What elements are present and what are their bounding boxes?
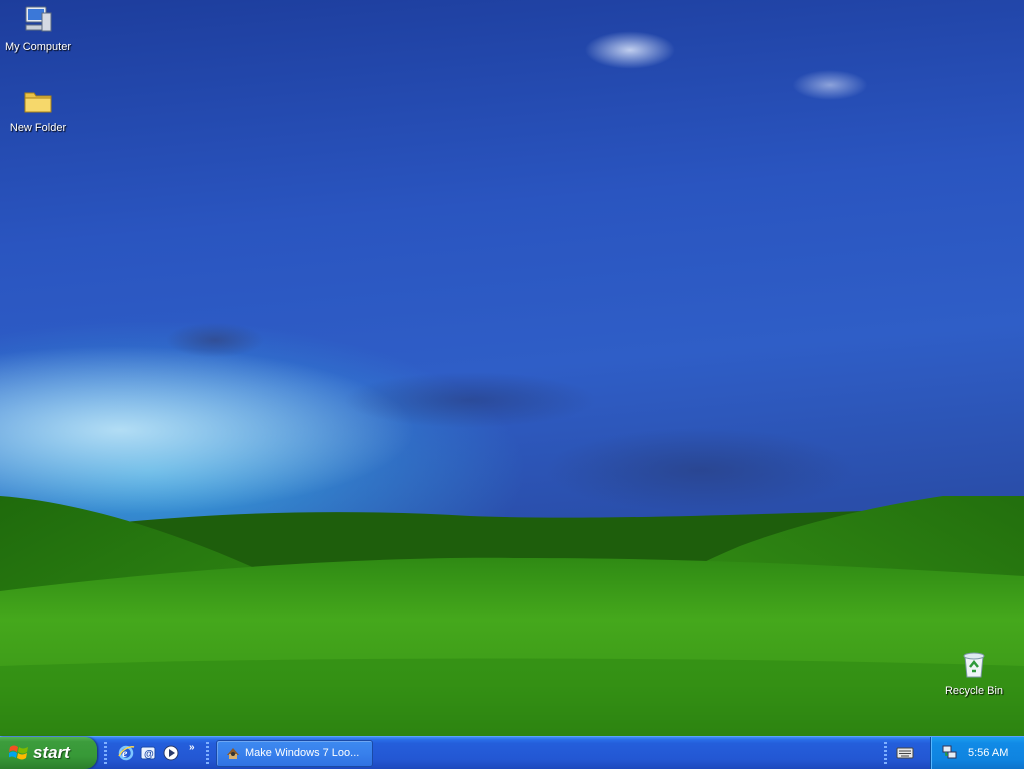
task-area-grip[interactable] xyxy=(206,742,209,764)
desktop-icon-recycle-bin[interactable]: Recycle Bin xyxy=(936,648,1012,697)
media-player-icon[interactable] xyxy=(162,744,180,762)
task-button-label: Make Windows 7 Loo... xyxy=(245,747,360,759)
desktop-icon-new-folder[interactable]: New Folder xyxy=(0,85,76,134)
computer-icon xyxy=(25,6,52,32)
desktop-icon-my-computer[interactable]: My Computer xyxy=(0,4,76,53)
network-icon[interactable] xyxy=(942,744,958,760)
recycle-bin-label: Recycle Bin xyxy=(944,685,1004,697)
quick-launch-grip[interactable] xyxy=(104,742,107,764)
keyboard-icon[interactable] xyxy=(896,746,914,760)
wallpaper-hills xyxy=(0,496,1024,736)
taskbar: start e @ » Make Windows 7 Loo... 5:56 A… xyxy=(0,736,1024,769)
desktop[interactable]: My Computer New Folder Recycle Bin xyxy=(0,0,1024,736)
app-icon xyxy=(227,748,239,759)
tray-grip[interactable] xyxy=(884,742,887,764)
my-computer-label: My Computer xyxy=(4,41,72,53)
taskbar-button-make-windows-7[interactable]: Make Windows 7 Loo... xyxy=(216,740,373,767)
internet-explorer-icon[interactable]: e xyxy=(117,744,135,762)
quick-launch-more-button[interactable]: » xyxy=(189,742,195,753)
start-label: start xyxy=(33,743,70,762)
recycle-bin-icon xyxy=(963,652,985,678)
folder-icon xyxy=(24,92,52,113)
email-icon[interactable]: @ xyxy=(139,744,157,762)
windows-logo-icon xyxy=(9,745,28,760)
system-tray: 5:56 AM xyxy=(930,737,1024,769)
start-button[interactable]: start xyxy=(0,737,97,769)
clock[interactable]: 5:56 AM xyxy=(968,747,1008,759)
new-folder-label: New Folder xyxy=(9,122,67,134)
svg-text:@: @ xyxy=(144,749,154,760)
